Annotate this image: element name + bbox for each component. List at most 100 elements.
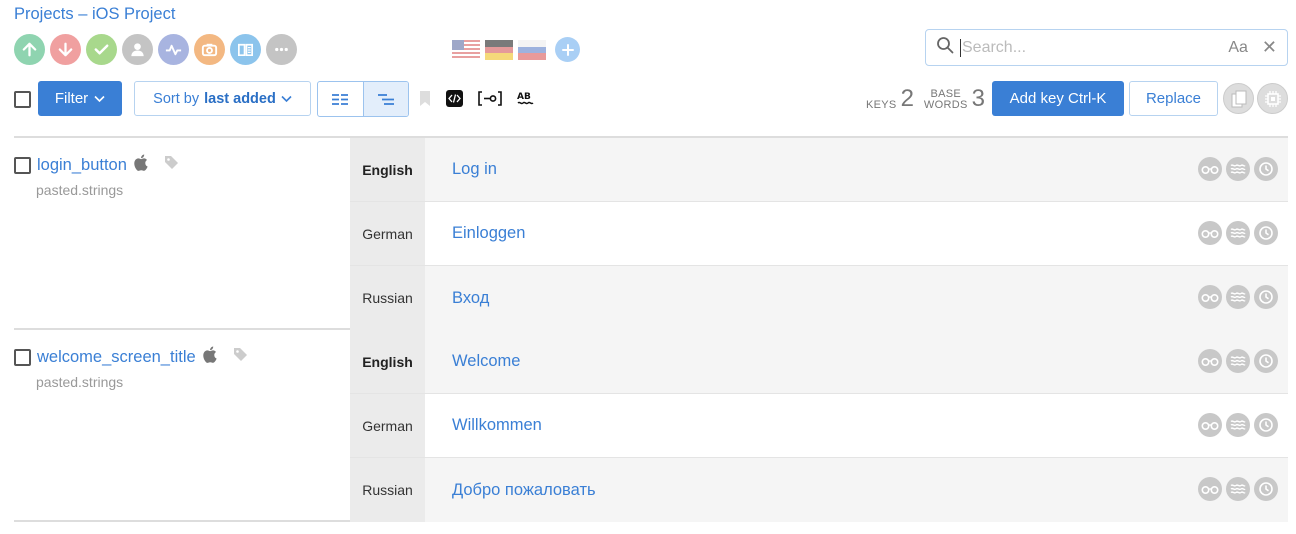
key-info: login_button pasted.strings bbox=[14, 138, 350, 328]
list-view-icon[interactable] bbox=[362, 82, 408, 116]
waves-icon[interactable] bbox=[1226, 285, 1250, 309]
translation-row: Russian Добро пожаловать bbox=[350, 458, 1288, 522]
translation-row: English Welcome bbox=[350, 330, 1288, 394]
camera-icon[interactable] bbox=[194, 34, 225, 65]
spellcheck-icon[interactable]: AB bbox=[517, 89, 534, 107]
key-row: login_button pasted.strings English Log … bbox=[14, 138, 1288, 330]
apple-icon bbox=[202, 346, 217, 368]
match-case-toggle[interactable]: Aa bbox=[1228, 39, 1248, 57]
more-icon[interactable] bbox=[266, 34, 297, 65]
base-words-label: BASE WORDS bbox=[924, 89, 968, 111]
history-icon[interactable] bbox=[1254, 221, 1278, 245]
us-flag-icon[interactable] bbox=[452, 39, 480, 60]
filter-label: Filter bbox=[54, 90, 89, 107]
glasses-icon[interactable] bbox=[1198, 157, 1222, 181]
tag-icon[interactable] bbox=[233, 347, 248, 367]
words-label: WORDS bbox=[923, 99, 968, 111]
translation-value[interactable]: Вход bbox=[452, 266, 489, 330]
russia-flag-icon[interactable] bbox=[518, 39, 546, 60]
tag-icon[interactable] bbox=[164, 155, 179, 175]
select-all-checkbox[interactable] bbox=[14, 91, 31, 108]
chip-icon[interactable] bbox=[1257, 83, 1288, 114]
waves-icon[interactable] bbox=[1226, 349, 1250, 373]
language-label: English bbox=[350, 138, 425, 201]
glasses-icon[interactable] bbox=[1198, 413, 1222, 437]
translation-row: English Log in bbox=[350, 138, 1288, 202]
breadcrumb-separator: – bbox=[73, 5, 92, 23]
view-mode-toggle bbox=[317, 81, 409, 117]
code-icon[interactable] bbox=[446, 89, 463, 107]
check-icon[interactable] bbox=[86, 34, 117, 65]
tool-icons: AB bbox=[419, 89, 534, 107]
translation-cell[interactable]: Willkommen bbox=[425, 394, 1288, 457]
download-icon[interactable] bbox=[50, 34, 81, 65]
history-icon[interactable] bbox=[1254, 349, 1278, 373]
search-icon bbox=[936, 36, 954, 59]
history-icon[interactable] bbox=[1254, 285, 1278, 309]
grid-view-icon[interactable] bbox=[318, 82, 363, 116]
waves-icon[interactable] bbox=[1226, 413, 1250, 437]
activity-icon[interactable] bbox=[158, 34, 189, 65]
chevron-down-icon bbox=[94, 90, 105, 107]
waves-icon[interactable] bbox=[1226, 477, 1250, 501]
sort-dropdown[interactable]: Sort by last added bbox=[134, 81, 311, 116]
language-label: German bbox=[350, 394, 425, 457]
key-name[interactable]: login_button bbox=[37, 156, 127, 175]
language-label: Russian bbox=[350, 266, 425, 330]
germany-flag-icon[interactable] bbox=[485, 39, 513, 60]
apple-icon bbox=[133, 154, 148, 176]
user-icon[interactable] bbox=[122, 34, 153, 65]
book-icon[interactable] bbox=[230, 34, 261, 65]
translation-cell[interactable]: Log in bbox=[425, 138, 1288, 201]
language-label: English bbox=[350, 330, 425, 393]
key-checkbox[interactable] bbox=[14, 156, 31, 174]
add-language-icon[interactable] bbox=[555, 37, 580, 62]
clear-search-icon[interactable]: ✕ bbox=[1262, 37, 1277, 58]
replace-button[interactable]: Replace bbox=[1129, 81, 1218, 116]
glasses-icon[interactable] bbox=[1198, 221, 1222, 245]
bookmark-icon[interactable] bbox=[419, 89, 431, 107]
base-words-count: 3 bbox=[971, 85, 985, 112]
history-icon[interactable] bbox=[1254, 477, 1278, 501]
translation-cell[interactable]: Добро пожаловать bbox=[425, 458, 1288, 522]
keys-table: login_button pasted.strings English Log … bbox=[14, 136, 1288, 522]
placeholder-icon[interactable] bbox=[478, 89, 502, 107]
copy-icon[interactable] bbox=[1223, 83, 1254, 114]
waves-icon[interactable] bbox=[1226, 157, 1250, 181]
translation-cell[interactable]: Welcome bbox=[425, 330, 1288, 393]
translation-row: German Einloggen bbox=[350, 202, 1288, 266]
language-flags bbox=[452, 37, 580, 62]
translation-value[interactable]: Einloggen bbox=[452, 202, 525, 265]
svg-text:AB: AB bbox=[517, 92, 531, 102]
upload-icon[interactable] bbox=[14, 34, 45, 65]
key-name[interactable]: welcome_screen_title bbox=[37, 348, 196, 367]
breadcrumb: Projects – iOS Project bbox=[14, 5, 175, 24]
breadcrumb-projects-link[interactable]: Projects bbox=[14, 5, 74, 23]
toolbar: Filter Sort by last added AB KEYS 2 BASE… bbox=[14, 81, 1288, 117]
key-file: pasted.strings bbox=[36, 374, 124, 390]
glasses-icon[interactable] bbox=[1198, 477, 1222, 501]
translation-cell[interactable]: Вход bbox=[425, 266, 1288, 330]
key-checkbox[interactable] bbox=[14, 348, 31, 366]
translation-value[interactable]: Willkommen bbox=[452, 394, 542, 457]
glasses-icon[interactable] bbox=[1198, 349, 1222, 373]
language-label: Russian bbox=[350, 458, 425, 522]
glasses-icon[interactable] bbox=[1198, 285, 1222, 309]
translation-row: Russian Вход bbox=[350, 266, 1288, 330]
translation-cell[interactable]: Einloggen bbox=[425, 202, 1288, 265]
history-icon[interactable] bbox=[1254, 413, 1278, 437]
translation-value[interactable]: Welcome bbox=[452, 330, 520, 393]
breadcrumb-project-link[interactable]: iOS Project bbox=[92, 5, 175, 23]
key-stats: KEYS 2 BASE WORDS 3 bbox=[866, 87, 991, 111]
keys-count: 2 bbox=[900, 85, 914, 112]
translation-value[interactable]: Добро пожаловать bbox=[452, 458, 596, 522]
language-label: German bbox=[350, 202, 425, 265]
translation-value[interactable]: Log in bbox=[452, 138, 497, 201]
waves-icon[interactable] bbox=[1226, 221, 1250, 245]
history-icon[interactable] bbox=[1254, 157, 1278, 181]
filter-button[interactable]: Filter bbox=[38, 81, 122, 116]
key-row: welcome_screen_title pasted.strings Engl… bbox=[14, 330, 1288, 522]
sort-prefix: Sort by bbox=[153, 90, 200, 107]
search-input[interactable] bbox=[960, 38, 1229, 57]
add-key-button[interactable]: Add key Ctrl-K bbox=[992, 81, 1124, 116]
